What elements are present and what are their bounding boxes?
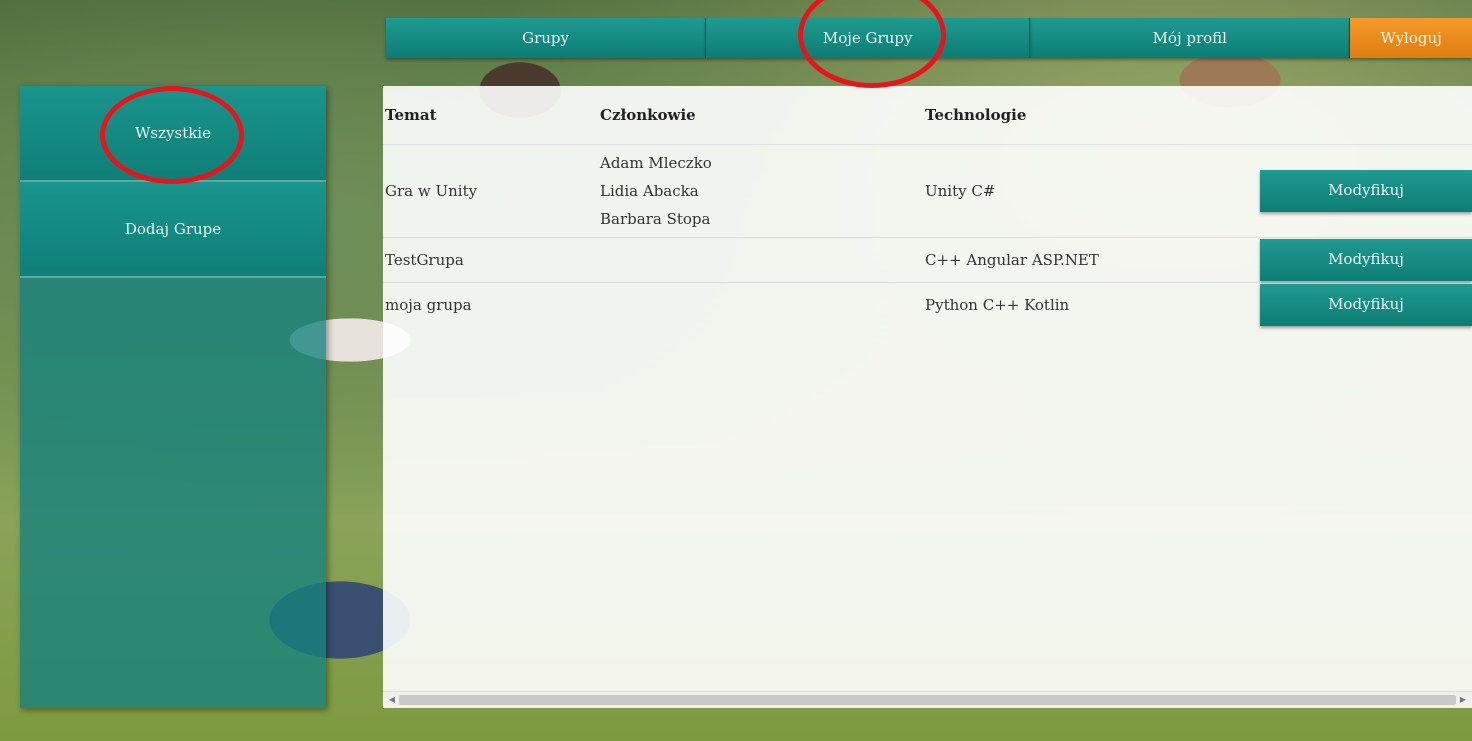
member-name: Lidia Abacka bbox=[600, 182, 699, 200]
table-row: Gra w Unity Adam Mleczko Lidia Abacka Ba… bbox=[383, 145, 1472, 238]
tab-grupy[interactable]: Grupy bbox=[386, 18, 707, 58]
table-row: TestGrupa C++ Angular ASP.NET Modyfikuj bbox=[383, 238, 1472, 283]
row-members bbox=[600, 238, 925, 282]
member-name: Adam Mleczko bbox=[600, 154, 712, 172]
tab-moj-profil[interactable]: Mój profil bbox=[1030, 18, 1351, 58]
modify-button[interactable]: Modyfikuj bbox=[1260, 170, 1472, 212]
scroll-left-icon[interactable]: ◀ bbox=[385, 694, 399, 706]
scroll-thumb[interactable] bbox=[399, 695, 1456, 705]
top-navigation: Grupy Moje Grupy Mój profil Wyloguj bbox=[386, 18, 1472, 58]
member-name: Barbara Stopa bbox=[600, 210, 711, 228]
tab-moje-grupy[interactable]: Moje Grupy bbox=[706, 18, 1031, 58]
modify-button[interactable]: Modyfikuj bbox=[1260, 284, 1472, 326]
row-technologies: C++ Angular ASP.NET bbox=[925, 251, 1099, 269]
sidebar-item-wszystkie[interactable]: Wszystkie bbox=[20, 86, 326, 182]
groups-table-panel: Temat Członkowie Technologie Gra w Unity… bbox=[383, 86, 1472, 708]
row-topic: TestGrupa bbox=[385, 251, 464, 269]
row-members bbox=[600, 283, 925, 327]
row-technologies: Python C++ Kotlin bbox=[925, 296, 1070, 314]
table-row: moja grupa Python C++ Kotlin Modyfikuj bbox=[383, 283, 1472, 327]
row-technologies: Unity C# bbox=[925, 182, 996, 200]
header-czlonkowie: Członkowie bbox=[600, 106, 696, 124]
scroll-right-icon[interactable]: ▶ bbox=[1456, 694, 1470, 706]
row-actions: Modyfikuj bbox=[1260, 145, 1472, 237]
modify-button[interactable]: Modyfikuj bbox=[1260, 239, 1472, 281]
table-header: Temat Członkowie Technologie bbox=[383, 86, 1472, 145]
header-technologie: Technologie bbox=[925, 106, 1027, 124]
sidebar-item-dodaj-grupe[interactable]: Dodaj Grupe bbox=[20, 182, 326, 278]
header-temat: Temat bbox=[385, 106, 437, 124]
row-actions: Modyfikuj bbox=[1260, 238, 1472, 282]
horizontal-scrollbar[interactable]: ◀ ▶ bbox=[383, 691, 1472, 708]
row-actions: Modyfikuj bbox=[1260, 283, 1472, 327]
row-members: Adam Mleczko Lidia Abacka Barbara Stopa bbox=[600, 145, 925, 237]
logout-button[interactable]: Wyloguj bbox=[1350, 18, 1472, 58]
row-topic: moja grupa bbox=[385, 296, 472, 314]
row-topic: Gra w Unity bbox=[385, 182, 478, 200]
sidebar: Wszystkie Dodaj Grupe bbox=[20, 86, 326, 708]
